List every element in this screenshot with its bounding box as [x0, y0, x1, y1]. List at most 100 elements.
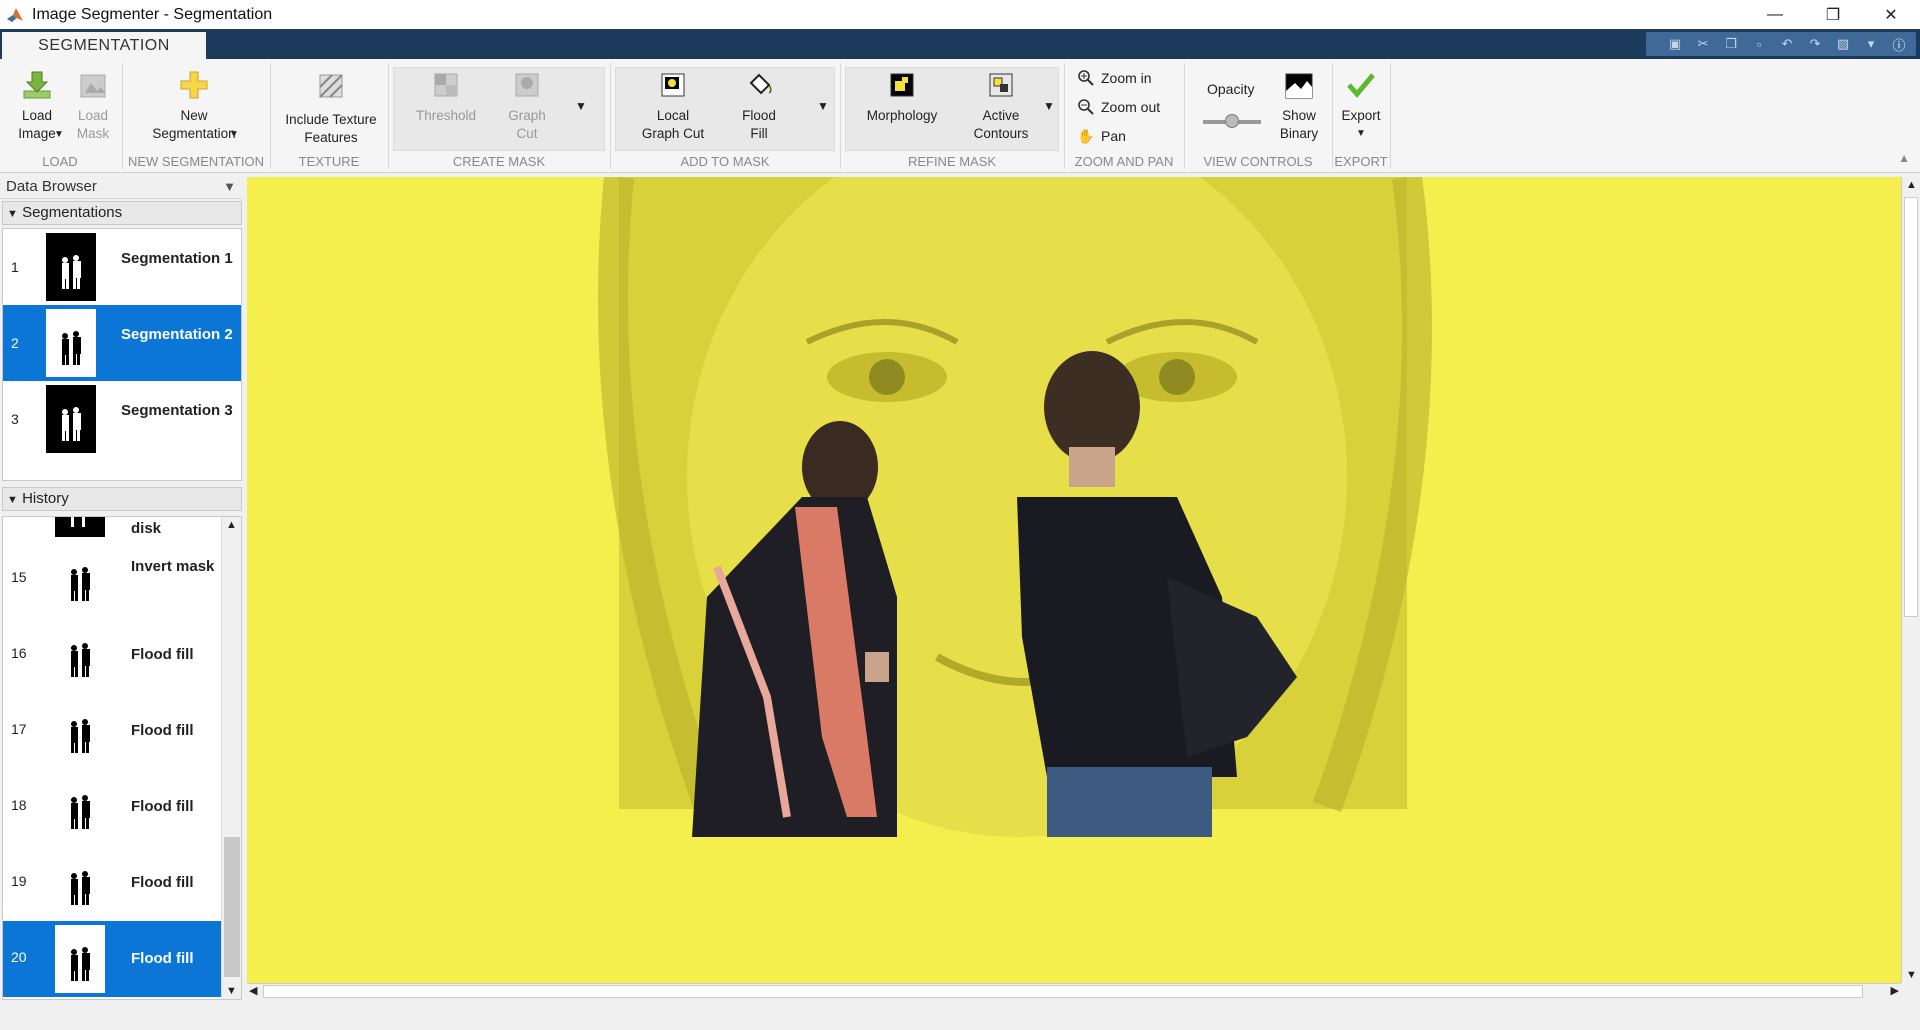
save-icon[interactable]: ▣ [1662, 34, 1688, 54]
redo-icon[interactable]: ↷ [1802, 34, 1828, 54]
minimize-button[interactable]: — [1746, 0, 1804, 29]
history-item-19[interactable]: 19 Flood fill [3, 845, 221, 921]
add-to-mask-section: Local Graph Cut Flood Fill ▼ ADD TO MASK [611, 63, 839, 171]
help-icon[interactable]: ⓘ [1886, 34, 1912, 54]
scroll-up-icon[interactable]: ▲ [1906, 179, 1917, 191]
history-thumbnail [55, 545, 105, 613]
history-number: 18 [11, 797, 27, 813]
create-mask-more-dropdown[interactable]: ▼ [575, 99, 587, 113]
view-controls-section-label: VIEW CONTROLS [1203, 154, 1313, 169]
local-graph-cut-label: Local Graph Cut [641, 108, 705, 141]
chevron-down-icon: ▼ [1356, 128, 1366, 139]
create-mask-section-label: CREATE MASK [452, 154, 546, 169]
close-button[interactable]: ✕ [1862, 0, 1920, 29]
history-item-15[interactable]: 15 Invert mask [3, 541, 221, 617]
zoom-pan-section-label: ZOOM AND PAN [1074, 154, 1174, 169]
history-item-20[interactable]: 20 Flood fill [3, 921, 221, 997]
segmentation-item-1[interactable]: 1 Segmentation 1 [3, 229, 241, 305]
show-binary-button[interactable]: Show Binary [1271, 69, 1327, 143]
segmentation-item-3[interactable]: 3 Segmentation 3 [3, 381, 241, 457]
export-button[interactable]: Export ▼ [1335, 69, 1387, 143]
ribbon-tabstrip: SEGMENTATION [0, 29, 1920, 59]
show-binary-label: Show Binary [1279, 108, 1319, 141]
segmentation-label: Segmentation 2 [121, 326, 233, 343]
zoom-out-button[interactable]: Zoom out [1077, 98, 1160, 116]
tab-segmentation[interactable]: SEGMENTATION [2, 32, 206, 59]
history-scrollbar-thumb[interactable] [224, 837, 240, 977]
segmentations-header[interactable]: ▼ Segmentations [2, 201, 242, 225]
history-item[interactable]: disk [3, 517, 221, 541]
undo-icon[interactable]: ↶ [1774, 34, 1800, 54]
quick-access-toolbar: ▣ ✂ ❐ ▫ ↶ ↷ ▧ ▾ ⓘ [1646, 32, 1916, 56]
switch-windows-icon[interactable]: ▧ [1830, 34, 1856, 54]
active-contours-button[interactable]: Active Contours [959, 69, 1043, 143]
copy-icon[interactable]: ❐ [1718, 34, 1744, 54]
history-number: 16 [11, 645, 27, 661]
morphology-icon [890, 73, 914, 97]
canvas-horizontal-scrollbar[interactable]: ◀ ▶ [247, 983, 1901, 1000]
history-item-18[interactable]: 18 Flood fill [3, 769, 221, 845]
add-to-mask-section-label: ADD TO MASK [680, 154, 770, 169]
add-to-mask-more-dropdown[interactable]: ▼ [817, 99, 829, 113]
graph-cut-button[interactable]: Graph Cut [499, 69, 555, 143]
toolstrip: Load Image ▼ Load Mask LOAD New Segmenta… [0, 59, 1920, 173]
refine-mask-more-dropdown[interactable]: ▼ [1043, 99, 1055, 113]
panel-menu-icon[interactable]: ▼ [223, 175, 236, 199]
history-item-16[interactable]: 16 Flood fill [3, 617, 221, 693]
load-image-icon [23, 71, 51, 99]
load-mask-button[interactable]: Load Mask [70, 69, 116, 143]
morphology-button[interactable]: Morphology [851, 69, 953, 125]
image-canvas[interactable] [247, 177, 1901, 983]
graph-cut-label: Graph Cut [508, 108, 546, 141]
title-bar: Image Segmenter - Segmentation — ❐ ✕ [0, 0, 1920, 29]
history-item-17[interactable]: 17 Flood fill [3, 693, 221, 769]
canvas-vertical-scrollbar-thumb[interactable] [1904, 197, 1918, 617]
dropdown-icon[interactable]: ▾ [1858, 34, 1884, 54]
scroll-down-icon[interactable]: ▼ [226, 985, 237, 997]
scroll-right-icon[interactable]: ▶ [1891, 984, 1899, 997]
paste-icon[interactable]: ▫ [1746, 34, 1772, 54]
window-title: Image Segmenter - Segmentation [32, 5, 273, 23]
segmentation-number: 1 [11, 259, 19, 275]
threshold-button[interactable]: Threshold [403, 69, 489, 125]
segmentation-label: Segmentation 3 [121, 402, 233, 419]
include-texture-button[interactable]: Include Texture Features [277, 69, 385, 147]
cut-icon[interactable]: ✂ [1690, 34, 1716, 54]
new-segmentation-button[interactable]: New Segmentation ▼ [129, 69, 259, 143]
scroll-left-icon[interactable]: ◀ [249, 984, 257, 997]
history-header[interactable]: ▼ History [2, 487, 242, 511]
matlab-logo-icon [7, 7, 23, 22]
segmentation-item-2[interactable]: 2 Segmentation 2 [3, 305, 241, 381]
active-contours-icon [989, 73, 1013, 97]
opacity-slider[interactable] [1203, 114, 1261, 128]
pan-button[interactable]: ✋ Pan [1077, 127, 1126, 145]
chevron-down-icon: ▼ [229, 129, 239, 140]
history-number: 17 [11, 721, 27, 737]
collapse-icon: ▼ [7, 494, 18, 506]
include-texture-label: Include Texture Features [285, 112, 377, 145]
zoom-in-label: Zoom in [1101, 70, 1152, 86]
local-graph-cut-icon [661, 73, 685, 97]
history-label: Invert mask [131, 558, 215, 575]
collapse-toolstrip-icon[interactable]: ▲ [1898, 151, 1910, 165]
segmentation-number: 2 [11, 335, 19, 351]
view-controls-section: Opacity Show Binary VIEW CONTROLS [1185, 63, 1331, 171]
scroll-up-icon[interactable]: ▲ [226, 519, 237, 531]
restore-button[interactable]: ❐ [1804, 0, 1862, 29]
opacity-slider-thumb[interactable] [1225, 114, 1239, 128]
graph-cut-icon [515, 73, 539, 97]
scroll-down-icon[interactable]: ▼ [1906, 969, 1917, 981]
history-thumbnail [55, 517, 105, 537]
zoom-in-button[interactable]: Zoom in [1077, 69, 1152, 87]
texture-section-label: TEXTURE [298, 154, 360, 169]
canvas-vertical-scrollbar[interactable]: ▲ ▼ [1901, 177, 1920, 983]
flood-fill-button[interactable]: Flood Fill [731, 69, 787, 143]
load-image-button[interactable]: Load Image ▼ [10, 69, 64, 143]
show-binary-icon [1285, 73, 1313, 99]
local-graph-cut-button[interactable]: Local Graph Cut [625, 69, 721, 143]
canvas-horizontal-scrollbar-thumb[interactable] [263, 985, 1863, 998]
texture-icon [319, 74, 343, 98]
new-segmentation-section: New Segmentation ▼ NEW SEGMENTATION [123, 63, 269, 171]
collapse-icon: ▼ [7, 208, 18, 220]
history-scrollbar[interactable]: ▲ ▼ [221, 517, 241, 999]
